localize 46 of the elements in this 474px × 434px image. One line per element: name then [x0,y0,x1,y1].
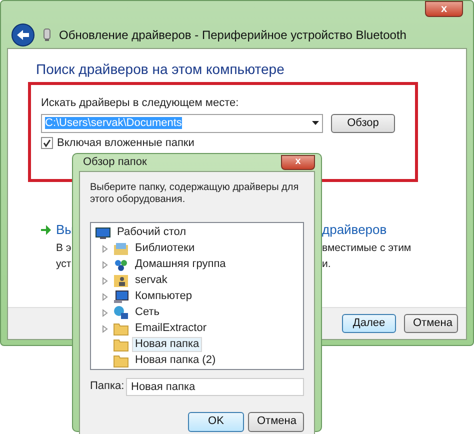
next-button[interactable]: Далее [342,314,396,333]
device-icon [43,28,51,42]
tree-item[interactable]: Сеть [132,305,162,320]
folder-icon [113,320,129,336]
folder-icon [113,352,129,368]
network-icon [113,304,129,320]
dialog-title: Обзор папок [83,155,147,170]
tree-item[interactable]: Компьютер [132,289,195,304]
cancel-button[interactable]: Отмена [248,412,304,432]
expand-arrow-icon[interactable] [101,324,109,332]
option-description-text: уст [56,258,72,270]
tree-item[interactable]: Библиотеки [132,241,198,256]
page-heading: Поиск драйверов на этом компьютере [36,60,286,79]
folder-icon [113,336,129,352]
browse-button[interactable]: Обзор [331,114,395,132]
tree-item[interactable]: Рабочий стол [114,225,190,240]
tree-item[interactable]: Новая папка (2) [132,353,219,368]
dialog-prompt: Выберите папку, содержащую драйверы для этого оборудования. [90,182,300,206]
expand-arrow-icon[interactable] [101,292,109,300]
search-location-label: Искать драйверы в следующем месте: [41,96,239,111]
library-icon [113,240,129,256]
cancel-button[interactable]: Отмена [404,314,458,333]
checkbox-label: Включая вложенные папки [57,136,194,150]
expand-arrow-icon[interactable] [101,276,109,284]
ok-button[interactable]: OK [188,412,244,432]
folder-name-field[interactable]: Новая папка [126,378,304,396]
folder-label: Папка: [90,379,124,394]
tree-item[interactable]: Домашняя группа [132,257,229,272]
tree-item[interactable]: servak [132,273,170,288]
checkbox[interactable] [41,136,53,149]
tree-item[interactable]: EmailExtractor [132,321,210,336]
tree-item[interactable]: Новая папка [132,337,202,352]
location-value: C:\Users\servak\Documents [45,116,182,129]
option-description-text: В э [56,242,72,254]
expand-arrow-icon[interactable] [101,244,109,252]
computer-icon [113,288,129,304]
option-description-text: вместимые с этим [322,242,412,254]
user-icon [113,272,129,288]
window-title: Обновление драйверов - Периферийное устройство Bluetooth [59,26,406,44]
option-description-text: и. [322,258,331,270]
dropdown-arrow-icon [312,121,319,125]
arrow-right-icon [40,224,52,236]
expand-arrow-icon[interactable] [101,308,109,316]
desktop-icon [95,224,111,240]
expand-arrow-icon[interactable] [101,260,109,268]
option-link-text[interactable]: драйверов [322,222,387,237]
